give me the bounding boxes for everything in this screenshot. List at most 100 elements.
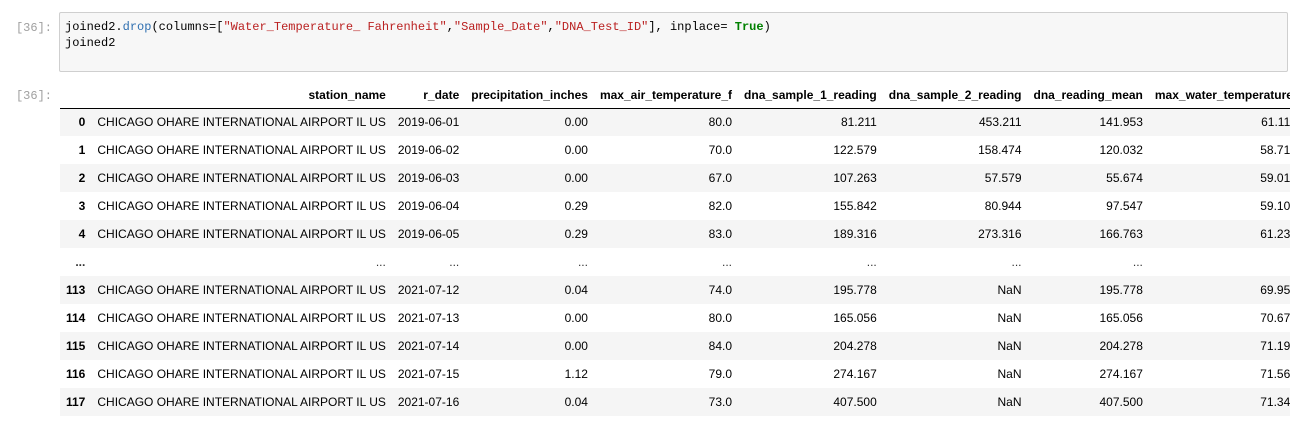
ellipsis-row: ........................... xyxy=(60,248,1290,276)
table-cell: ... xyxy=(866,255,877,269)
table-cell: 69.9584 xyxy=(1260,283,1290,297)
table-cell: 1.12 xyxy=(564,367,588,381)
code-paren-close: ) xyxy=(763,20,771,34)
table-cell: 122.579 xyxy=(833,143,877,157)
table-cell: 204.278 xyxy=(1099,339,1143,353)
table-cell: 2019-06-01 xyxy=(397,115,460,130)
table-row: 4 CHICAGO OHARE INTERNATIONAL AIRPORT IL … xyxy=(60,220,1290,248)
table-cell: 58.7138 xyxy=(1260,143,1290,157)
column-header: dna_sample_2_reading xyxy=(882,82,1028,109)
code-method: drop xyxy=(122,20,152,34)
notebook-input-cell[interactable]: [36]: joined2.drop(columns=["Water_Tempe… xyxy=(0,12,1290,74)
table-cell: NaN xyxy=(997,311,1022,325)
table-cell: 79.0 xyxy=(708,367,733,381)
table-cell: 0.00 xyxy=(564,171,588,185)
code-comma-2: , xyxy=(547,20,555,34)
row-index: 113 xyxy=(66,283,86,297)
table-cell: 407.500 xyxy=(833,395,877,409)
table-cell: CHICAGO OHARE INTERNATIONAL AIRPORT IL U… xyxy=(97,283,386,297)
table-cell: 204.278 xyxy=(833,339,877,353)
table-cell: 141.953 xyxy=(1099,115,1143,130)
table-cell: ... xyxy=(1149,248,1290,276)
table-cell: NaN xyxy=(997,367,1022,381)
table-cell: 273.316 xyxy=(978,227,1022,241)
table-cell: 80.0 xyxy=(708,311,733,325)
row-index: 116 xyxy=(66,367,86,381)
table-row: 3 CHICAGO OHARE INTERNATIONAL AIRPORT IL … xyxy=(60,192,1290,220)
table-cell: 67.0 xyxy=(708,171,733,185)
table-cell: 2021-07-14 xyxy=(397,339,460,353)
table-cell: CHICAGO OHARE INTERNATIONAL AIRPORT IL U… xyxy=(97,339,386,353)
table-cell: 71.3408 xyxy=(1260,395,1290,409)
table-row: 115 CHICAGO OHARE INTERNATIONAL AIRPORT I… xyxy=(60,332,1290,360)
table-row: 116 CHICAGO OHARE INTERNATIONAL AIRPORT I… xyxy=(60,360,1290,388)
table-cell: 2021-07-12 xyxy=(397,283,460,297)
table-cell: 0.29 xyxy=(564,227,588,241)
table-cell: ... xyxy=(1011,255,1022,269)
table-cell: CHICAGO OHARE INTERNATIONAL AIRPORT IL U… xyxy=(97,171,386,185)
row-index: 1 xyxy=(78,143,86,157)
notebook-output-cell: [36]: station_name r_date precipitation_in… xyxy=(0,82,1290,422)
row-index: 2 xyxy=(78,171,86,185)
table-cell: 120.032 xyxy=(1099,143,1143,157)
row-index: 4 xyxy=(78,227,86,241)
table-cell: CHICAGO OHARE INTERNATIONAL AIRPORT IL U… xyxy=(97,367,386,381)
table-cell: ... xyxy=(1132,255,1143,269)
row-index: 117 xyxy=(66,395,86,409)
table-cell: 0.04 xyxy=(564,395,588,409)
code-line-2: joined2 xyxy=(65,36,116,50)
table-cell: 59.0162 xyxy=(1260,171,1290,185)
code-string-1: "Water_Temperature_ Fahrenheit" xyxy=(223,20,447,34)
input-prompt: [36]: xyxy=(15,21,52,35)
column-header: max_water_temperature_f xyxy=(1148,82,1290,109)
code-line-1: joined2.drop(columns=["Water_Temperature… xyxy=(65,20,771,34)
table-cell: CHICAGO OHARE INTERNATIONAL AIRPORT IL U… xyxy=(97,115,386,130)
table-cell: NaN xyxy=(997,395,1022,409)
table-cell: 73.0 xyxy=(708,395,733,409)
table-cell: ... xyxy=(577,255,588,269)
row-index: 0 xyxy=(78,115,86,130)
table-cell: 82.0 xyxy=(708,199,733,213)
row-index: 3 xyxy=(78,199,86,213)
table-cell: NaN xyxy=(997,339,1022,353)
table-cell: 0.29 xyxy=(564,199,588,213)
table-cell: 2021-07-15 xyxy=(397,367,460,381)
table-cell: 70.0 xyxy=(708,143,733,157)
code-args-close: ], inplace= xyxy=(648,20,735,34)
table-cell: 61.1168 xyxy=(1261,115,1290,130)
table-cell: NaN xyxy=(997,283,1022,297)
table-row: 117 CHICAGO OHARE INTERNATIONAL AIRPORT I… xyxy=(60,388,1290,416)
code-string-2: "Sample_Date" xyxy=(453,20,548,34)
table-cell: CHICAGO OHARE INTERNATIONAL AIRPORT IL U… xyxy=(97,199,386,213)
table-row: 1 CHICAGO OHARE INTERNATIONAL AIRPORT IL … xyxy=(60,136,1290,164)
code-keyword-true: True xyxy=(734,20,764,34)
row-index: ... xyxy=(75,255,86,269)
table-cell: ... xyxy=(449,255,460,269)
table-cell: 0.00 xyxy=(564,339,588,353)
table-cell: 84.0 xyxy=(708,339,733,353)
table-cell: 2019-06-04 xyxy=(397,199,460,213)
table-cell: 81.211 xyxy=(840,115,877,130)
column-header: dna_sample_1_reading xyxy=(738,82,883,109)
table-cell: 453.211 xyxy=(979,115,1022,130)
table-cell: 57.579 xyxy=(984,171,1022,185)
table-cell: 155.842 xyxy=(833,199,877,213)
code-editor[interactable]: joined2.drop(columns=["Water_Temperature… xyxy=(59,12,1288,72)
code-string-3: "DNA_Test_ID" xyxy=(554,20,649,34)
table-cell: 158.474 xyxy=(978,143,1022,157)
table-cell: CHICAGO OHARE INTERNATIONAL AIRPORT IL U… xyxy=(97,143,386,157)
dataframe-body: 0 CHICAGO OHARE INTERNATIONAL AIRPORT IL … xyxy=(60,108,1290,416)
index-header xyxy=(60,82,92,109)
table-row: 2 CHICAGO OHARE INTERNATIONAL AIRPORT IL … xyxy=(60,164,1290,192)
output-prompt: [36]: xyxy=(15,89,52,103)
table-cell: 61.2374 xyxy=(1260,227,1290,241)
table-cell: 70.6766 xyxy=(1260,311,1290,325)
row-index: 114 xyxy=(66,311,86,325)
dataframe-header: station_name r_date precipitation_inches ma… xyxy=(60,82,1290,109)
table-cell: 165.056 xyxy=(1099,311,1143,325)
column-header: station_name xyxy=(91,82,392,109)
table-cell: 0.04 xyxy=(564,283,588,297)
table-cell: 2019-06-02 xyxy=(397,143,460,157)
table-cell: 0.00 xyxy=(564,143,588,157)
table-cell: 71.5622 xyxy=(1260,367,1290,381)
